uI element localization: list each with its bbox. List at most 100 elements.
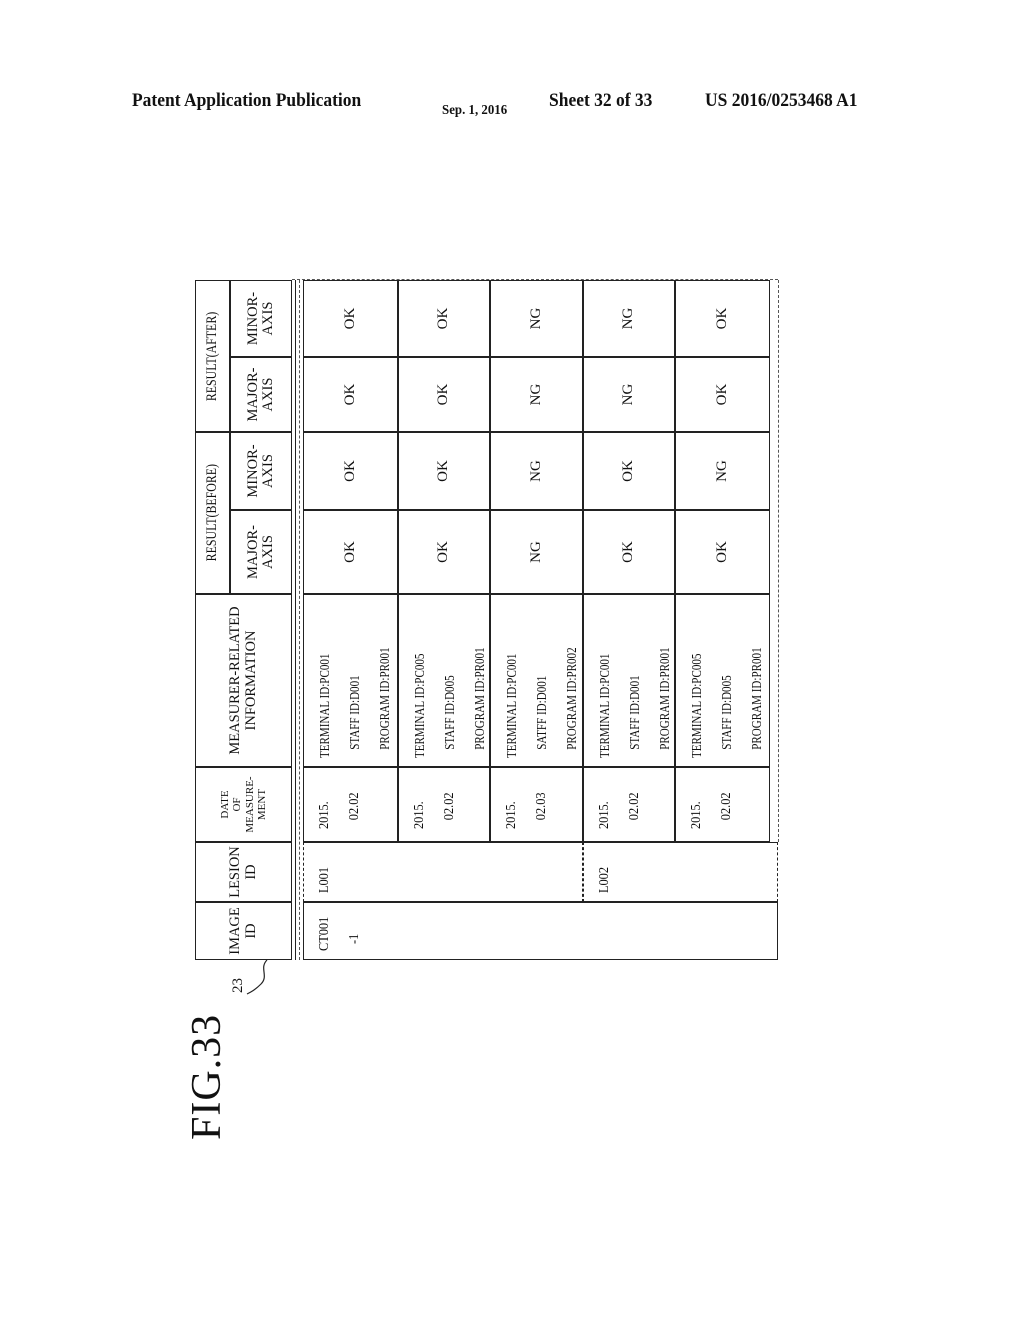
result-value: NG: [620, 307, 637, 330]
header-date-text-line: OF: [231, 797, 244, 812]
header-image-id-text-line: ID: [242, 923, 259, 939]
program-id: PROGRAM ID:PR001: [749, 647, 764, 750]
result-after-minor-cell: NG: [490, 280, 583, 357]
terminal-id: TERMINAL ID:PC005: [412, 653, 427, 758]
reference-leader-line: [246, 959, 268, 995]
result-after-minor-cell: OK: [675, 280, 770, 357]
result-value: OK: [620, 460, 637, 482]
header-lesion-id-text-line: LESION: [227, 846, 244, 898]
header-after-major-text: MAJOR- AXIS: [245, 368, 276, 422]
result-value: OK: [435, 541, 452, 563]
measurer-info-cell: TERMINAL ID:PC005 STAFF ID:D005 PROGRAM ID…: [675, 594, 770, 767]
terminal-id: TERMINAL ID:PC005: [689, 653, 704, 758]
result-value: OK: [341, 541, 358, 563]
result-value: OK: [435, 307, 452, 330]
header-date-text: DATE OF MEASURE- MENT: [219, 776, 267, 832]
result-value: OK: [341, 460, 358, 482]
header-result-after: RESULT(AFTER): [195, 280, 230, 432]
date-year: 2015.: [317, 801, 332, 829]
result-value: OK: [341, 307, 358, 330]
date-month-day: 02.02: [347, 792, 362, 821]
result-before-minor-cell: OK: [303, 432, 398, 510]
lesion-id-text: L001: [317, 866, 332, 893]
measurer-info-cell: TERMINAL ID:PC001 STAFF ID:D001 PROGRAM ID…: [303, 594, 398, 767]
header-before-minor-text: MINOR- AXIS: [244, 444, 276, 498]
image-id-line-1: CT001: [317, 916, 332, 951]
header-after-minor-axis: MINOR- AXIS: [230, 280, 292, 357]
date-month-day: 02.02: [442, 792, 457, 821]
header-double-line: [295, 280, 296, 960]
result-value: OK: [713, 383, 730, 406]
header-before-minor-text-line: MINOR-: [244, 444, 261, 498]
header-before-major-text-line: AXIS: [260, 535, 276, 569]
table-continuation-right: [292, 279, 778, 280]
date-cell: 2015. 02.02: [303, 767, 398, 842]
staff-id: STAFF ID:D001: [347, 675, 362, 750]
header-measurer-text-line: MEASURER-RELATED: [227, 606, 244, 755]
result-before-major-cell: OK: [303, 510, 398, 594]
table-continuation-bottom: [778, 280, 779, 842]
header-measurer-info: MEASURER-RELATED INFORMATION: [195, 594, 292, 767]
data-table: IMAGE ID LESION ID DATE OF MEASURE- MENT MEASURE…: [195, 279, 779, 960]
image-id-cell: CT001 -1: [303, 902, 778, 960]
page-header: Patent Application Publication Sep. 1, 2…: [0, 90, 1024, 118]
header-before-major-text-line: MAJOR-: [244, 525, 261, 579]
result-value: NG: [527, 383, 544, 406]
result-after-major-cell: NG: [583, 357, 675, 432]
staff-id: STAFF ID:D001: [627, 675, 642, 750]
date-year: 2015.: [504, 801, 519, 829]
result-value: OK: [713, 541, 730, 563]
measurer-info-cell: TERMINAL ID:PC001 SATFF ID:D001 PROGRAM ID…: [490, 594, 583, 767]
result-value: NG: [620, 383, 637, 406]
result-after-major-cell: NG: [490, 357, 583, 432]
result-value: NG: [527, 460, 544, 482]
lesion-id-cell: L002: [583, 842, 778, 902]
header-after-major-axis: MAJOR- AXIS: [230, 357, 292, 432]
header-measurer-text-line: INFORMATION: [242, 630, 259, 731]
date-month-day: 02.02: [719, 792, 734, 821]
header-after-major-text-line: AXIS: [260, 377, 276, 412]
header-before-major-axis: MAJOR- AXIS: [230, 510, 292, 594]
date-year: 2015.: [689, 801, 704, 829]
result-after-major-cell: OK: [303, 357, 398, 432]
result-value: NG: [713, 460, 730, 482]
result-after-minor-cell: OK: [398, 280, 490, 357]
header-before-major-text: MAJOR- AXIS: [244, 525, 276, 579]
result-before-minor-cell: NG: [675, 432, 770, 510]
lesion-id-cell: L001: [303, 842, 583, 902]
result-before-minor-cell: OK: [398, 432, 490, 510]
date-month-day: 02.03: [534, 792, 549, 821]
lesion-id-text: L002: [597, 866, 612, 893]
header-lesion-id: LESION ID: [195, 842, 292, 902]
result-value: OK: [713, 307, 730, 330]
table-grid: IMAGE ID LESION ID DATE OF MEASURE- MENT MEASURE…: [195, 279, 779, 960]
header-image-id-text: IMAGE ID: [227, 907, 259, 955]
publication-date: Sep. 1, 2016: [442, 103, 508, 118]
result-after-minor-cell: NG: [583, 280, 675, 357]
header-image-id-text-line: IMAGE: [227, 907, 244, 955]
result-before-major-cell: OK: [398, 510, 490, 594]
date-month-day: 02.02: [627, 792, 642, 821]
header-result-before-text: RESULT(BEFORE): [203, 464, 220, 562]
result-value: NG: [527, 541, 544, 563]
header-image-id: IMAGE ID: [195, 902, 292, 960]
result-after-minor-cell: OK: [303, 280, 398, 357]
header-after-minor-text-line: AXIS: [260, 301, 276, 336]
result-before-major-cell: OK: [583, 510, 675, 594]
staff-id: SATFF ID:D001: [534, 675, 549, 750]
result-value: OK: [341, 383, 358, 406]
header-date-text-line: DATE: [219, 790, 232, 819]
date-year: 2015.: [412, 801, 427, 829]
result-after-major-cell: OK: [675, 357, 770, 432]
header-after-minor-text: MINOR- AXIS: [245, 292, 276, 345]
header-date-text-line: MEASURE-: [243, 776, 256, 833]
result-value: OK: [435, 383, 452, 406]
header-measurer-text: MEASURER-RELATED INFORMATION: [227, 606, 259, 755]
figure-label: FIG.33: [184, 1013, 230, 1140]
header-before-minor-text-line: AXIS: [260, 454, 276, 488]
terminal-id: TERMINAL ID:PC001: [317, 653, 332, 758]
terminal-id: TERMINAL ID:PC001: [597, 653, 612, 758]
result-before-major-cell: NG: [490, 510, 583, 594]
result-before-minor-cell: NG: [490, 432, 583, 510]
program-id: PROGRAM ID:PR001: [377, 647, 392, 750]
